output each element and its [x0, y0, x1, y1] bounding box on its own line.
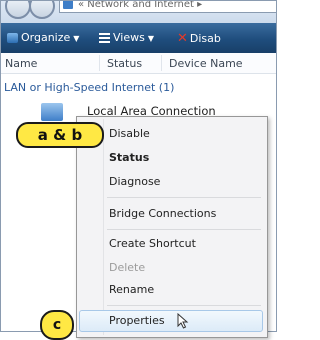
- callout-c: c: [40, 310, 74, 340]
- back-icon[interactable]: [5, 1, 31, 19]
- views-icon: [99, 33, 110, 43]
- menu-item-status[interactable]: Status: [109, 151, 149, 164]
- column-divider[interactable]: [161, 55, 162, 71]
- menu-separator: [107, 305, 261, 306]
- menu-separator: [107, 229, 261, 230]
- menu-item-properties[interactable]: Properties: [109, 314, 165, 327]
- folder-icon: [63, 1, 73, 9]
- organize-button[interactable]: Organize ▼: [7, 31, 79, 44]
- mouse-pointer-icon: [177, 313, 189, 329]
- group-header[interactable]: LAN or High-Speed Internet (1): [4, 81, 174, 94]
- forward-icon[interactable]: [29, 1, 55, 19]
- organize-icon: [7, 33, 18, 43]
- menu-item-rename[interactable]: Rename: [109, 283, 154, 296]
- menu-separator: [107, 197, 261, 198]
- menu-item-disable[interactable]: Disable: [109, 127, 150, 140]
- toolbar: Organize ▼ Views ▼ ✕ Disab: [1, 23, 276, 53]
- disable-icon: ✕: [177, 31, 188, 46]
- column-divider[interactable]: [99, 55, 100, 71]
- chevron-down-icon: ▼: [147, 34, 154, 43]
- disable-label: Disab: [189, 32, 221, 45]
- views-label: Views: [113, 31, 145, 44]
- column-status[interactable]: Status: [107, 57, 142, 70]
- column-name[interactable]: Name: [5, 57, 37, 70]
- menu-item-delete: Delete: [109, 261, 146, 274]
- context-menu: Disable Status Diagnose Bridge Connectio…: [76, 116, 268, 338]
- organize-label: Organize: [21, 31, 71, 44]
- address-text: « Network and Internet ▸: [78, 0, 203, 10]
- menu-item-properties-highlight[interactable]: Properties: [79, 310, 263, 332]
- chevron-down-icon: ▼: [73, 34, 80, 43]
- menu-item-create-shortcut[interactable]: Create Shortcut: [109, 237, 196, 250]
- column-header: Name Status Device Name: [1, 53, 276, 74]
- callout-a-and-b: a & b: [16, 122, 104, 148]
- views-button[interactable]: Views ▼: [99, 31, 154, 44]
- menu-item-diagnose[interactable]: Diagnose: [109, 175, 160, 188]
- network-connection-icon: [41, 103, 63, 121]
- column-device-name[interactable]: Device Name: [169, 57, 243, 70]
- disable-button[interactable]: ✕ Disab: [177, 31, 221, 46]
- menu-gutter: [103, 119, 104, 335]
- address-bar[interactable]: « Network and Internet ▸: [59, 0, 276, 13]
- menu-item-bridge-connections[interactable]: Bridge Connections: [109, 207, 216, 220]
